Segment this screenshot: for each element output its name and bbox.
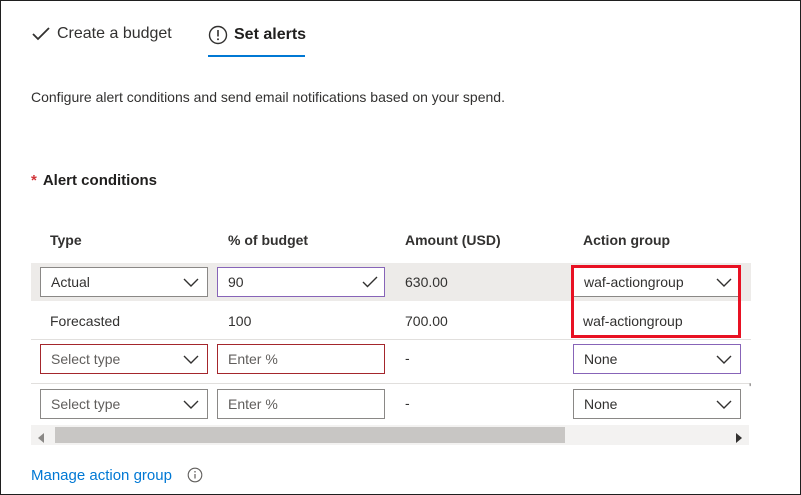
row-divider [31, 383, 751, 384]
type-dropdown-value: Actual [51, 274, 90, 290]
scrollbar-thumb[interactable] [55, 427, 565, 443]
checkmark-icon [362, 275, 378, 292]
chevron-down-icon [716, 397, 732, 414]
tab-set-alerts[interactable]: Set alerts [208, 25, 306, 45]
action-group-cell: waf-actiongroup [583, 313, 683, 329]
chevron-down-icon [716, 352, 732, 369]
tab-create-budget-label: Create a budget [57, 25, 172, 42]
percent-input-value: 90 [228, 274, 244, 290]
type-dropdown[interactable]: Select type [40, 344, 208, 374]
percent-input[interactable]: Enter % [217, 344, 385, 374]
chevron-down-icon [183, 352, 199, 369]
info-icon[interactable] [187, 467, 203, 488]
type-dropdown[interactable]: Actual [40, 267, 208, 297]
horizontal-scrollbar[interactable] [31, 425, 749, 445]
amount-cell: 700.00 [405, 313, 448, 329]
amount-cell: - [405, 395, 410, 411]
row-divider [31, 339, 751, 340]
percent-input[interactable]: Enter % [217, 389, 385, 419]
percent-input-placeholder: Enter % [228, 351, 278, 367]
type-dropdown-placeholder: Select type [51, 351, 121, 367]
type-dropdown-placeholder: Select type [51, 396, 121, 412]
overflow-mark: ' [749, 381, 752, 395]
amount-cell: - [405, 350, 410, 366]
manage-action-group-link[interactable]: Manage action group [31, 467, 172, 484]
required-indicator: * [31, 172, 37, 189]
chevron-down-icon [716, 275, 732, 292]
tab-set-alerts-label: Set alerts [234, 26, 307, 43]
action-group-dropdown[interactable]: None [573, 344, 741, 374]
scroll-right-icon[interactable] [735, 430, 743, 448]
section-title-label: Alert conditions [42, 172, 158, 189]
column-header-percent: % of budget [228, 232, 309, 248]
page-description: Configure alert conditions and send emai… [31, 89, 505, 105]
action-group-dropdown-value: waf-actiongroup [584, 274, 684, 290]
column-header-action-group: Action group [583, 232, 671, 248]
percent-input-placeholder: Enter % [228, 396, 278, 412]
tab-create-budget[interactable]: Create a budget [31, 25, 172, 43]
action-group-dropdown[interactable]: None [573, 389, 741, 419]
scroll-left-icon[interactable] [37, 430, 45, 448]
action-group-dropdown[interactable]: waf-actiongroup [573, 267, 741, 297]
action-group-dropdown-value: None [584, 351, 618, 367]
active-tab-indicator [208, 55, 305, 57]
chevron-down-icon [183, 397, 199, 414]
action-group-dropdown-value: None [584, 396, 618, 412]
alert-circle-icon [208, 25, 228, 45]
percent-cell: 100 [228, 313, 252, 329]
amount-cell: 630.00 [405, 274, 448, 290]
section-title: * Alert conditions [31, 172, 157, 189]
chevron-down-icon [183, 275, 199, 292]
checkmark-icon [31, 26, 51, 42]
type-dropdown[interactable]: Select type [40, 389, 208, 419]
column-header-type: Type [50, 232, 82, 248]
column-header-amount: Amount (USD) [405, 232, 501, 248]
dialog-frame: Create a budget Set alerts Configure ale… [0, 0, 801, 495]
type-cell: Forecasted [50, 313, 121, 329]
percent-input[interactable]: 90 [217, 267, 385, 297]
